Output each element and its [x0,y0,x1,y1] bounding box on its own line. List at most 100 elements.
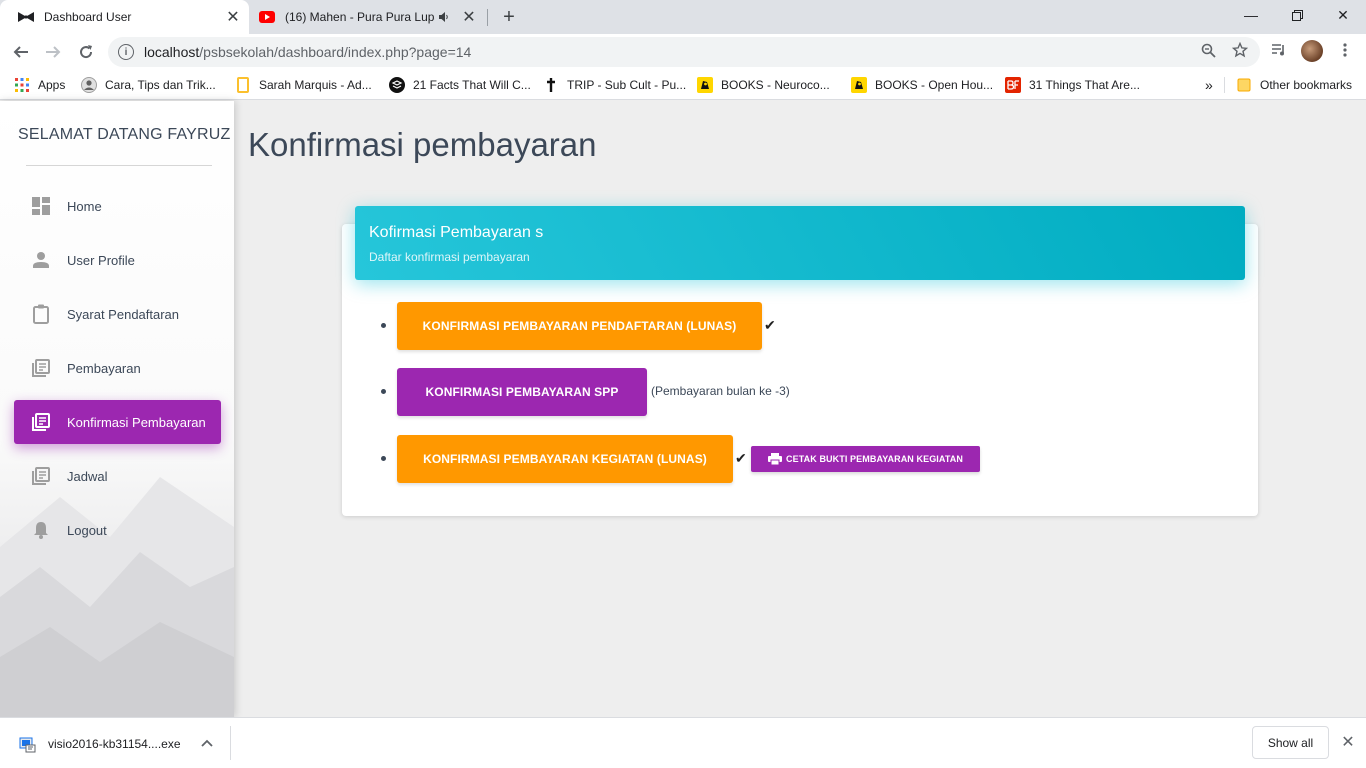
bookmark-label: 31 Things That Are... [1029,78,1140,92]
sidebar: SELAMAT DATANG FAYRUZ Home User Profile … [0,101,234,717]
close-download-bar-icon[interactable]: ✕ [1338,732,1358,752]
folder-icon [1236,77,1252,93]
media-queue-icon[interactable] [1270,41,1288,59]
dashboard-icon [31,196,51,216]
restore-window-icon[interactable] [1274,0,1320,30]
bookmark-books-neuroco[interactable]: BOOKS - Neuroco... [697,76,830,94]
tab-title: (16) Mahen - Pura Pura Lupa [285,10,435,24]
bookmark-apps[interactable]: Apps [14,76,65,94]
close-tab-icon[interactable]: ✕ [459,7,479,27]
sidebar-item-user-profile[interactable]: User Profile [14,238,221,282]
bookmark-sarah-marquis[interactable]: Sarah Marquis - Ad... [235,76,372,94]
tab-separator [487,9,488,26]
user-silhouette-icon [81,77,97,93]
sidebar-item-label: Home [67,198,102,214]
tab-title: Dashboard User [44,10,132,24]
books-logo-icon [697,77,713,93]
sidebar-item-pembayaran[interactable]: Pembayaran [14,346,221,390]
bookmark-label: Apps [38,78,66,92]
tab-dashboard-user[interactable]: Dashboard User ✕ [0,0,249,34]
new-tab-plus-icon[interactable]: + [497,5,521,29]
close-window-icon[interactable]: ✕ [1320,0,1366,30]
layers-logo-icon [389,77,405,93]
sidebar-item-label: User Profile [67,252,135,268]
library-books-icon [31,358,51,378]
konfirmasi-kegiatan-button[interactable]: KONFIRMASI PEMBAYARAN KEGIATAN (LUNAS) [397,435,733,483]
list-bullet [381,323,386,328]
bookmark-label: Cara, Tips dan Trik... [105,78,216,92]
yellow-page-icon [235,77,251,93]
bookmark-trip-sub-cult[interactable]: TRIP - Sub Cult - Pu... [543,76,686,94]
cross-icon [543,77,559,93]
konfirmasi-spp-button[interactable]: KONFIRMASI PEMBAYARAN SPP [397,368,647,416]
page-title: Konfirmasi pembayaran [248,126,597,163]
sidebar-brand-title: SELAMAT DATANG FAYRUZ [18,126,231,143]
sidebar-item-jadwal[interactable]: Jadwal [14,454,221,498]
download-separator [230,726,231,760]
bookmark-books-open-house[interactable]: BOOKS - Open Hou... [851,76,993,94]
chrome-menu-icon[interactable] [1336,41,1354,59]
back-arrow-icon[interactable] [7,38,35,66]
download-item[interactable]: visio2016-kb31154....exe [18,734,181,754]
sidebar-item-label: Konfirmasi Pembayaran [67,414,206,430]
chevron-up-icon[interactable] [198,734,216,752]
tab-youtube[interactable]: (16) Mahen - Pura Pura Lupa ✕ [251,0,486,34]
bookmark-other-bookmarks[interactable]: Other bookmarks [1236,76,1352,94]
show-all-button[interactable]: Show all [1252,726,1329,759]
sidebar-item-logout[interactable]: Logout [14,508,221,552]
bookmarks-bar: Apps Cara, Tips dan Trik... Sarah Marqui… [0,70,1366,100]
url-path: /psbsekolah/dashboard/index.php?page=14 [199,44,472,60]
browser-toolbar: i localhost/psbsekolah/dashboard/index.p… [0,34,1366,70]
address-bar[interactable]: i localhost/psbsekolah/dashboard/index.p… [108,37,1260,67]
profile-avatar[interactable] [1301,40,1323,62]
sidebar-item-label: Jadwal [67,468,108,484]
cetak-bukti-pembayaran-button[interactable]: CETAK BUKTI PEMBAYARAN KEGIATAN [751,446,980,472]
site-info-icon[interactable]: i [118,44,134,60]
download-filename: visio2016-kb31154....exe [48,737,181,751]
bookmark-label: 21 Facts That Will C... [413,78,531,92]
reload-icon[interactable] [72,38,100,66]
check-icon: ✔ [764,317,776,333]
bookmark-31-things[interactable]: 31 Things That Are... [1005,76,1140,94]
library-books-icon [31,466,51,486]
konfirmasi-pendaftaran-button[interactable]: KONFIRMASI PEMBAYARAN PENDAFTARAN (LUNAS… [397,302,762,350]
browser-tab-strip: Dashboard User ✕ (16) Mahen - Pura Pura … [0,0,1366,34]
spp-payment-note: (Pembayaran bulan ke -3) [651,384,790,398]
minimize-window-icon[interactable]: — [1228,0,1274,30]
bookmark-label: TRIP - Sub Cult - Pu... [567,78,687,92]
bell-icon [31,520,51,540]
bow-tie-icon [18,9,34,25]
bookmark-star-icon[interactable] [1231,41,1249,59]
bf-logo-icon [1005,77,1021,93]
zoom-magnifier-icon[interactable] [1199,41,1217,59]
youtube-icon [259,9,275,25]
bookmarks-overflow-chevron-icon[interactable]: » [1205,76,1213,94]
download-bar: visio2016-kb31154....exe Show all ✕ [0,717,1366,768]
sidebar-item-syarat-pendaftaran[interactable]: Syarat Pendaftaran [14,292,221,336]
print-button-label: CETAK BUKTI PEMBAYARAN KEGIATAN [786,454,963,464]
list-bullet [381,456,386,461]
card-subtitle: Daftar konfirmasi pembayaran [369,250,530,264]
bookmark-cara-tips[interactable]: Cara, Tips dan Trik... [81,76,216,94]
person-icon [31,250,51,270]
bookmark-21-facts[interactable]: 21 Facts That Will C... [389,76,531,94]
bookmark-label: BOOKS - Neuroco... [721,78,830,92]
forward-arrow-icon[interactable] [39,38,67,66]
installer-file-icon [18,735,36,753]
close-tab-icon[interactable]: ✕ [223,7,243,27]
card-header: Kofirmasi Pembayaran s Daftar konfirmasi… [355,206,1245,280]
bookmark-label: Other bookmarks [1260,78,1353,92]
books-logo-icon [851,77,867,93]
apps-grid-icon [14,77,30,93]
url-host: localhost [144,44,200,60]
speaker-icon[interactable] [435,11,453,23]
check-icon: ✔ [735,450,747,466]
sidebar-item-label: Syarat Pendaftaran [67,306,180,322]
bookmark-label: BOOKS - Open Hou... [875,78,994,92]
sidebar-item-home[interactable]: Home [14,184,221,228]
url-text: localhost/psbsekolah/dashboard/index.php… [144,44,471,60]
sidebar-item-konfirmasi-pembayaran[interactable]: Konfirmasi Pembayaran [14,400,221,444]
bookmark-label: Sarah Marquis - Ad... [259,78,372,92]
sidebar-item-label: Pembayaran [67,360,141,376]
library-books-icon [31,412,51,432]
